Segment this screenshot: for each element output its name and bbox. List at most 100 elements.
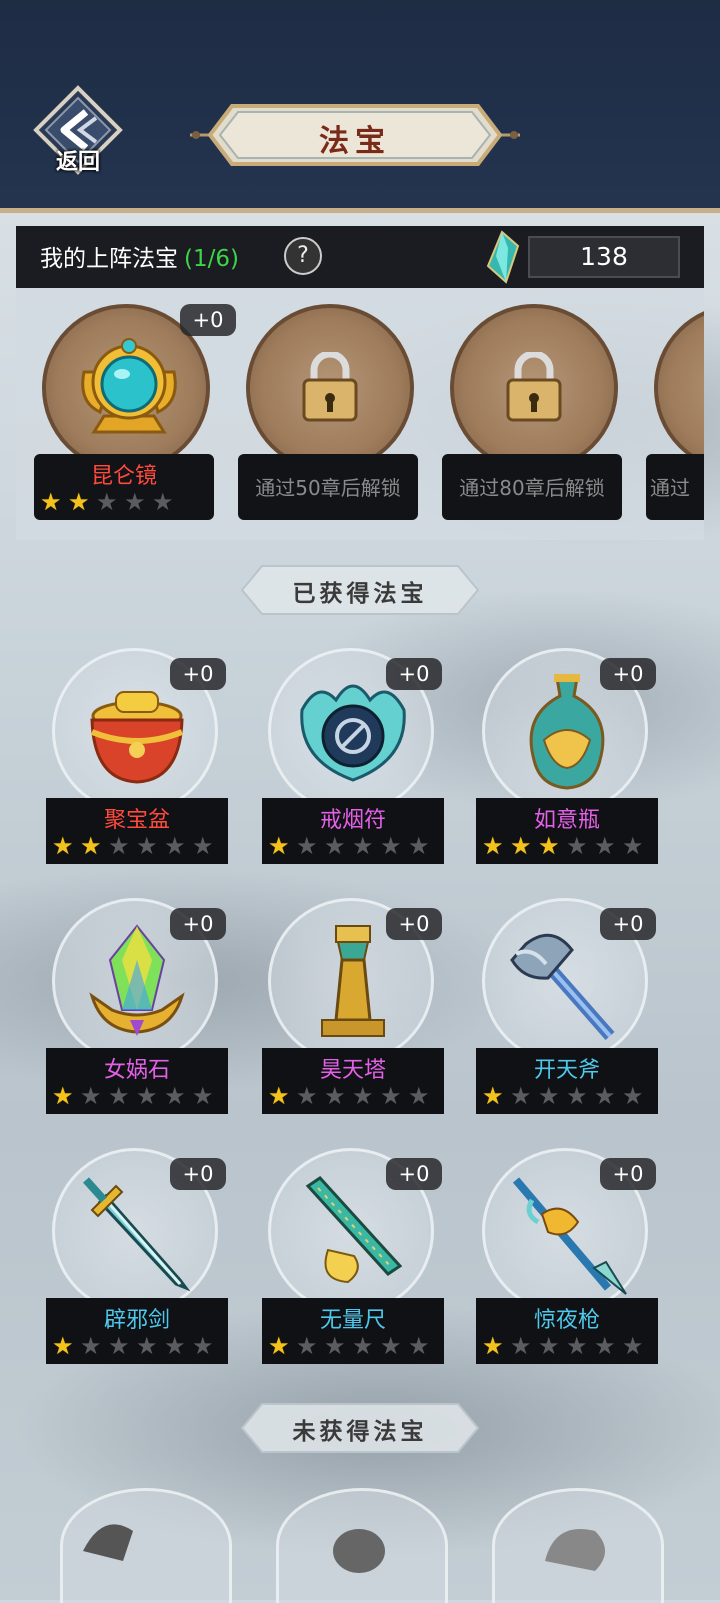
star-empty-icon: ★ bbox=[408, 1082, 430, 1110]
equipped-count: (1/6) bbox=[184, 246, 239, 272]
slot-name: 昆仑镜 bbox=[90, 464, 157, 489]
unowned-section-title: 未获得法宝 bbox=[292, 1418, 428, 1445]
treasure-name-bar: 开天斧 ★ ★ ★ ★ ★ ★ bbox=[476, 1048, 658, 1114]
lock-icon bbox=[506, 352, 562, 422]
star-filled-icon: ★ bbox=[52, 1332, 74, 1360]
treasure-card[interactable]: +0 女娲石 ★ ★ ★ ★ ★ ★ bbox=[46, 898, 232, 1118]
unowned-card[interactable] bbox=[276, 1488, 448, 1603]
star-empty-icon: ★ bbox=[594, 1082, 616, 1110]
title-plate: 法宝 bbox=[190, 100, 520, 170]
star-empty-icon: ★ bbox=[594, 1332, 616, 1360]
star-empty-icon: ★ bbox=[352, 1332, 374, 1360]
star-rating: ★ ★ ★ ★ ★ ★ bbox=[482, 1084, 646, 1108]
star-empty-icon: ★ bbox=[80, 1332, 102, 1360]
star-rating: ★ ★ ★ ★ ★ ★ bbox=[482, 834, 646, 858]
star-rating: ★ ★ ★ ★ ★ ★ bbox=[268, 1334, 432, 1358]
star-empty-icon: ★ bbox=[164, 832, 186, 860]
unlock-condition: 通过80章后解锁 bbox=[459, 476, 605, 500]
treasure-name-bar: 戒烟符 ★ ★ ★ ★ ★ ★ bbox=[262, 798, 444, 864]
gem-count: 138 bbox=[528, 236, 680, 278]
star-rating: ★ ★ ★ ★ ★ ★ bbox=[268, 1084, 432, 1108]
treasure-name-bar: 昊天塔 ★ ★ ★ ★ ★ ★ bbox=[262, 1048, 444, 1114]
star-empty-icon: ★ bbox=[408, 832, 430, 860]
treasure-card[interactable]: +0 惊夜枪 ★ ★ ★ ★ ★ ★ bbox=[476, 1148, 662, 1368]
star-empty-icon: ★ bbox=[380, 832, 402, 860]
star-rating: ★ ★ ★ ★ ★ ★ bbox=[268, 834, 432, 858]
star-filled-icon: ★ bbox=[268, 1082, 290, 1110]
star-filled-icon: ★ bbox=[510, 832, 532, 860]
star-filled-icon: ★ bbox=[80, 832, 102, 860]
star-empty-icon: ★ bbox=[136, 832, 158, 860]
equip-slot-1[interactable]: +0 昆仑镜 ★ ★ ★ ★ ★ bbox=[34, 304, 236, 524]
treasure-name-bar: 惊夜枪 ★ ★ ★ ★ ★ ★ bbox=[476, 1298, 658, 1364]
help-button[interactable]: ? bbox=[284, 237, 322, 275]
star-filled-icon: ★ bbox=[482, 1082, 504, 1110]
star-empty-icon: ★ bbox=[538, 1332, 560, 1360]
treasure-card[interactable]: +0 昊天塔 ★ ★ ★ ★ ★ ★ bbox=[262, 898, 448, 1118]
treasure-name: 戒烟符 bbox=[319, 808, 386, 833]
star-empty-icon: ★ bbox=[108, 832, 130, 860]
enhance-badge: +0 bbox=[386, 908, 442, 940]
treasure-card[interactable]: +0 戒烟符 ★ ★ ★ ★ ★ ★ bbox=[262, 648, 448, 868]
star-empty-icon: ★ bbox=[108, 1082, 130, 1110]
equipped-header: 我的上阵法宝 (1/6) ? 138 bbox=[16, 226, 704, 288]
treasure-name: 如意瓶 bbox=[533, 808, 600, 833]
treasure-name: 昊天塔 bbox=[319, 1058, 386, 1083]
star-empty-icon: ★ bbox=[192, 832, 214, 860]
gem-icon bbox=[486, 230, 520, 284]
star-empty-icon: ★ bbox=[324, 1082, 346, 1110]
lock-icon bbox=[302, 352, 358, 422]
star-empty-icon: ★ bbox=[622, 1332, 644, 1360]
star-empty-icon: ★ bbox=[96, 488, 118, 516]
treasure-name-bar: 聚宝盆 ★ ★ ★ ★ ★ ★ bbox=[46, 798, 228, 864]
star-empty-icon: ★ bbox=[324, 832, 346, 860]
star-rating: ★ ★ ★ ★ ★ ★ bbox=[52, 1334, 216, 1358]
star-empty-icon: ★ bbox=[124, 488, 146, 516]
locked-treasure-icon bbox=[333, 1529, 385, 1573]
star-filled-icon: ★ bbox=[268, 832, 290, 860]
star-empty-icon: ★ bbox=[324, 1332, 346, 1360]
star-empty-icon: ★ bbox=[296, 1332, 318, 1360]
star-empty-icon: ★ bbox=[352, 832, 374, 860]
treasure-card[interactable]: +0 开天斧 ★ ★ ★ ★ ★ ★ bbox=[476, 898, 662, 1118]
star-empty-icon: ★ bbox=[594, 832, 616, 860]
enhance-badge: +0 bbox=[170, 908, 226, 940]
star-empty-icon: ★ bbox=[622, 1082, 644, 1110]
enhance-badge: +0 bbox=[180, 304, 236, 336]
star-empty-icon: ★ bbox=[408, 1332, 430, 1360]
star-empty-icon: ★ bbox=[352, 1082, 374, 1110]
slot-name-bar: 昆仑镜 ★ ★ ★ ★ ★ bbox=[34, 454, 214, 520]
star-rating: ★ ★ ★ ★ ★ bbox=[40, 490, 176, 514]
star-empty-icon: ★ bbox=[622, 832, 644, 860]
treasure-name-bar: 无量尺 ★ ★ ★ ★ ★ ★ bbox=[262, 1298, 444, 1364]
back-label: 返回 bbox=[55, 149, 100, 175]
star-empty-icon: ★ bbox=[296, 832, 318, 860]
equip-slot-4[interactable]: 通过 bbox=[646, 304, 704, 524]
equipped-title: 我的上阵法宝 (1/6) bbox=[40, 246, 239, 272]
star-empty-icon: ★ bbox=[510, 1332, 532, 1360]
star-empty-icon: ★ bbox=[538, 1082, 560, 1110]
back-button[interactable]: 返回 bbox=[30, 84, 126, 180]
unlock-condition: 通过 bbox=[650, 476, 690, 500]
enhance-badge: +0 bbox=[600, 908, 656, 940]
treasure-name: 惊夜枪 bbox=[533, 1308, 600, 1333]
owned-section-header: 已获得法宝 bbox=[240, 562, 480, 618]
star-empty-icon: ★ bbox=[152, 488, 174, 516]
treasure-card[interactable]: +0 聚宝盆 ★ ★ ★ ★ ★ ★ bbox=[46, 648, 232, 868]
treasure-card[interactable]: +0 无量尺 ★ ★ ★ ★ ★ ★ bbox=[262, 1148, 448, 1368]
treasure-card[interactable]: +0 辟邪剑 ★ ★ ★ ★ ★ ★ bbox=[46, 1148, 232, 1368]
star-rating: ★ ★ ★ ★ ★ ★ bbox=[52, 1084, 216, 1108]
equip-slot-3[interactable]: 通过80章后解锁 bbox=[442, 304, 622, 524]
star-empty-icon: ★ bbox=[164, 1082, 186, 1110]
star-empty-icon: ★ bbox=[296, 1082, 318, 1110]
star-filled-icon: ★ bbox=[68, 488, 90, 516]
equip-slot-2[interactable]: 通过50章后解锁 bbox=[238, 304, 418, 524]
star-empty-icon: ★ bbox=[136, 1332, 158, 1360]
unowned-card[interactable] bbox=[492, 1488, 664, 1603]
treasure-card[interactable]: +0 如意瓶 ★ ★ ★ ★ ★ ★ bbox=[476, 648, 662, 868]
enhance-badge: +0 bbox=[600, 1158, 656, 1190]
treasure-name-bar: 如意瓶 ★ ★ ★ ★ ★ ★ bbox=[476, 798, 658, 864]
locked-treasure-icon bbox=[83, 1524, 133, 1561]
unowned-card[interactable] bbox=[60, 1488, 232, 1603]
star-rating: ★ ★ ★ ★ ★ ★ bbox=[482, 1334, 646, 1358]
